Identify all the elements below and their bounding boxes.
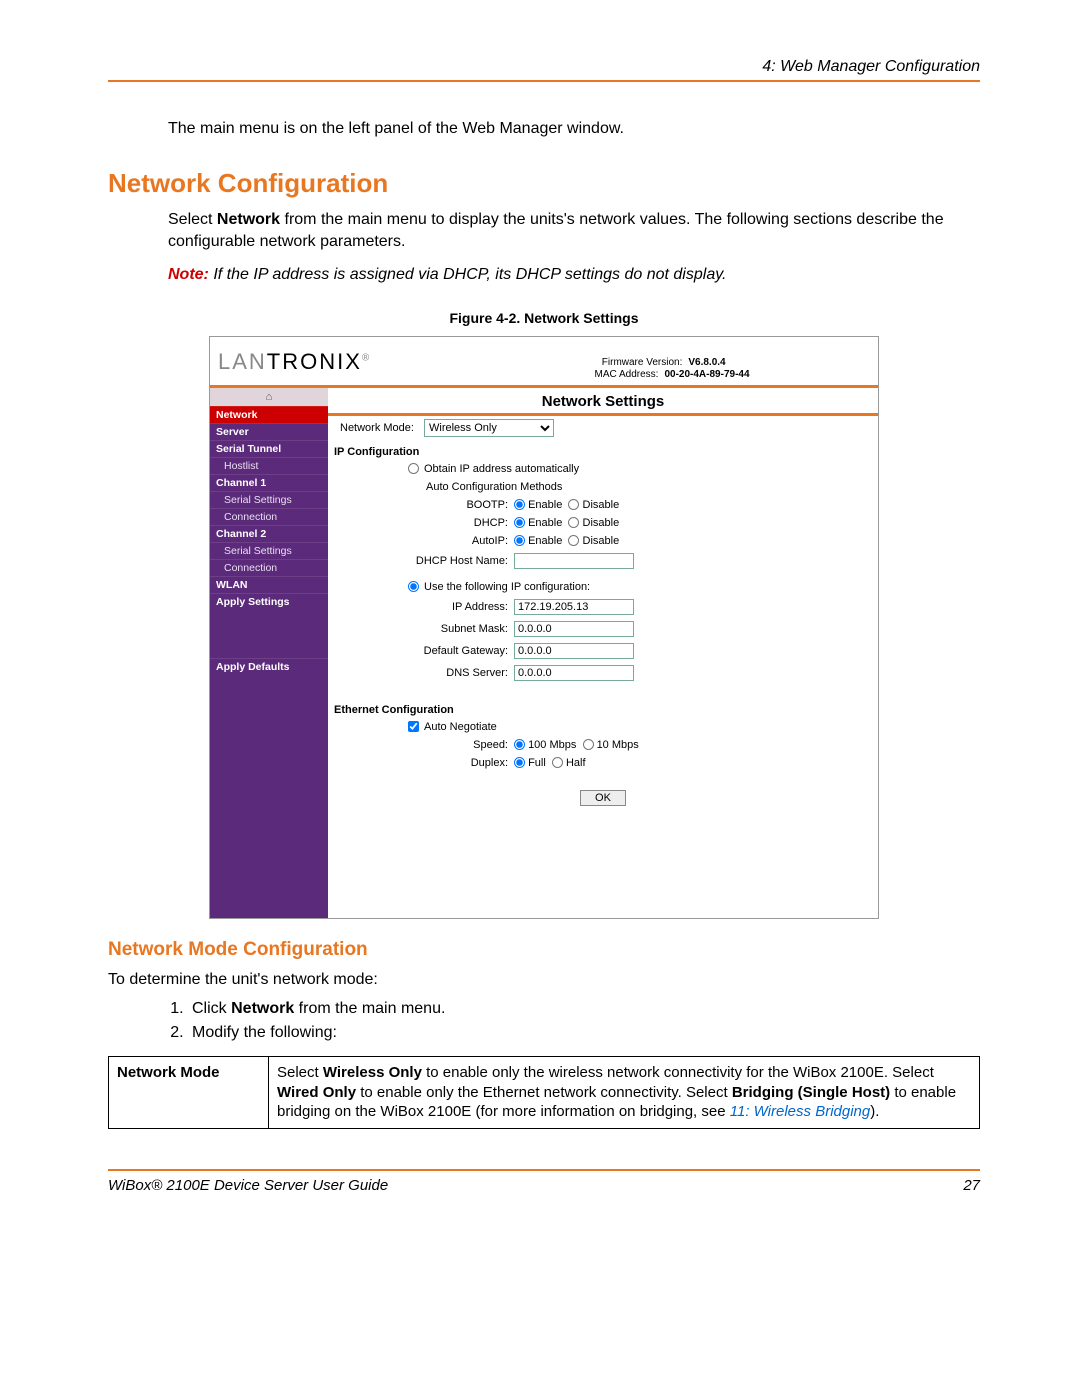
page-header: 4: Web Manager Configuration [108, 58, 980, 82]
footer-title: WiBox® 2100E Device Server User Guide [108, 1177, 388, 1194]
dns-label: DNS Server: [334, 667, 514, 679]
lantronix-logo: LANTRONIX® [210, 337, 410, 385]
sidebar-item-hostlist[interactable]: Hostlist [210, 457, 328, 474]
dhcp-label: DHCP: [334, 517, 514, 529]
duplex-label: Duplex: [334, 757, 514, 769]
autoip-enable-radio[interactable] [514, 535, 525, 546]
intro-paragraph: The main menu is on the left panel of th… [168, 120, 980, 138]
sidebar-item-ch1-conn[interactable]: Connection [210, 508, 328, 525]
subnet-input[interactable] [514, 621, 634, 637]
dhcp-disable-radio[interactable] [568, 517, 579, 528]
obtain-ip-auto-radio[interactable] [408, 463, 419, 474]
duplex-full-radio[interactable] [514, 757, 525, 768]
sidebar: ⌂ Network Server Serial Tunnel Hostlist … [210, 388, 328, 918]
sidebar-item-apply-settings[interactable]: Apply Settings [210, 593, 328, 610]
sidebar-item-server[interactable]: Server [210, 423, 328, 440]
dhcp-enable-radio[interactable] [514, 517, 525, 528]
gateway-input[interactable] [514, 643, 634, 659]
ethernet-config-header: Ethernet Configuration [328, 698, 878, 718]
sidebar-item-ch1-serial[interactable]: Serial Settings [210, 491, 328, 508]
subsection-heading-network-mode: Network Mode Configuration [108, 939, 980, 961]
autoip-disable-radio[interactable] [568, 535, 579, 546]
bootp-label: BOOTP: [334, 499, 514, 511]
sidebar-item-apply-defaults[interactable]: Apply Defaults [210, 658, 328, 675]
note-label: Note: [168, 266, 209, 283]
sidebar-item-ch2-conn[interactable]: Connection [210, 559, 328, 576]
step-1: Click Network from the main menu. [188, 1000, 980, 1018]
note-text: If the IP address is assigned via DHCP, … [213, 266, 726, 283]
dns-input[interactable] [514, 665, 634, 681]
wireless-bridging-link[interactable]: 11: Wireless Bridging [730, 1103, 870, 1120]
step-2: Modify the following: [188, 1024, 980, 1042]
speed-label: Speed: [334, 739, 514, 751]
panel-title: Network Settings [328, 388, 878, 416]
ip-config-header: IP Configuration [328, 440, 878, 460]
ip-address-input[interactable] [514, 599, 634, 615]
steps-list: Click Network from the main menu. Modify… [188, 1000, 980, 1042]
sidebar-item-channel-1[interactable]: Channel 1 [210, 474, 328, 491]
subnet-label: Subnet Mask: [334, 623, 514, 635]
param-key-network-mode: Network Mode [109, 1057, 269, 1129]
ok-button[interactable]: OK [580, 790, 626, 806]
sidebar-item-ch2-serial[interactable]: Serial Settings [210, 542, 328, 559]
figure-caption: Figure 4-2. Network Settings [108, 310, 980, 326]
sidebar-item-wlan[interactable]: WLAN [210, 576, 328, 593]
mode-intro: To determine the unit's network mode: [108, 969, 980, 991]
device-meta: Firmware Version:V6.8.0.4 MAC Address:00… [410, 356, 878, 385]
auto-config-methods-label: Auto Configuration Methods [426, 481, 562, 493]
sidebar-item-channel-2[interactable]: Channel 2 [210, 525, 328, 542]
use-following-ip-radio[interactable] [408, 581, 419, 592]
bootp-disable-radio[interactable] [568, 499, 579, 510]
parameter-table: Network Mode Select Wireless Only to ena… [108, 1056, 980, 1129]
dhcp-host-label: DHCP Host Name: [334, 555, 514, 567]
network-mode-label: Network Mode: [334, 422, 424, 434]
footer-page-number: 27 [963, 1177, 980, 1194]
home-icon[interactable]: ⌂ [210, 388, 328, 406]
dhcp-host-input[interactable] [514, 553, 634, 569]
autoip-label: AutoIP: [334, 535, 514, 547]
sidebar-item-network[interactable]: Network [210, 406, 328, 423]
ip-address-label: IP Address: [334, 601, 514, 613]
param-value-network-mode: Select Wireless Only to enable only the … [269, 1057, 980, 1129]
speed-10-radio[interactable] [583, 739, 594, 750]
figure-screenshot: LANTRONIX® Firmware Version:V6.8.0.4 MAC… [209, 336, 879, 919]
section-body: Select Network from the main menu to dis… [168, 209, 980, 252]
bootp-enable-radio[interactable] [514, 499, 525, 510]
auto-negotiate-checkbox[interactable] [408, 721, 419, 732]
network-mode-select[interactable]: Wireless Only [424, 419, 554, 437]
note: Note: If the IP address is assigned via … [168, 264, 980, 286]
duplex-half-radio[interactable] [552, 757, 563, 768]
section-heading-network-configuration: Network Configuration [108, 168, 980, 199]
page-footer: WiBox® 2100E Device Server User Guide 27 [108, 1169, 980, 1194]
sidebar-item-serial-tunnel[interactable]: Serial Tunnel [210, 440, 328, 457]
speed-100-radio[interactable] [514, 739, 525, 750]
main-panel: Network Settings Network Mode: Wireless … [328, 388, 878, 918]
gateway-label: Default Gateway: [334, 645, 514, 657]
